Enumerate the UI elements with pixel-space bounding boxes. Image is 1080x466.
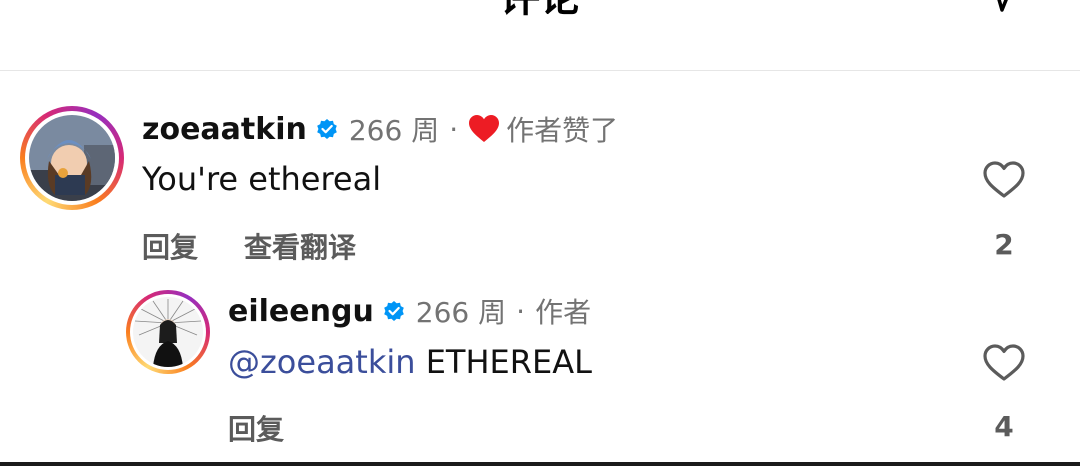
reply-text: @zoeaatkin ETHEREAL: [228, 343, 592, 381]
like-heart-icon[interactable]: [982, 160, 1026, 200]
comment-text: You're ethereal: [142, 160, 382, 198]
author-liked-label: 作者赞了: [506, 114, 619, 147]
reply-time: 266 周: [415, 296, 507, 329]
reply-button[interactable]: 回复: [142, 226, 198, 266]
comment-time: 266 周: [348, 114, 440, 147]
header-title: 评论: [0, 0, 1080, 18]
comments-header: 评论: [0, 0, 1080, 70]
reply-username[interactable]: eileengu: [228, 294, 374, 329]
see-translation-button[interactable]: 查看翻译: [244, 226, 356, 266]
author-liked-heart-icon: [469, 115, 500, 142]
comment-meta: zoeaatkin 266 周 · 作者赞了: [142, 110, 618, 148]
mention-link[interactable]: @zoeaatkin: [228, 343, 416, 381]
avatar[interactable]: [133, 297, 203, 367]
comment-username[interactable]: zoeaatkin: [142, 112, 307, 147]
like-count: 2: [994, 228, 1014, 261]
author-label: 作者: [535, 296, 592, 329]
comment-actions: 回复 查看翻译: [142, 226, 356, 266]
avatar[interactable]: [29, 115, 115, 201]
reply-body: ETHEREAL: [425, 343, 592, 381]
reply-actions: 回复: [228, 408, 284, 448]
separator-dot: ·: [516, 294, 526, 328]
share-icon[interactable]: [980, 0, 1020, 14]
reply-meta: eileengu 266 周 · 作者: [228, 292, 591, 330]
verified-badge-icon: [383, 301, 404, 321]
separator-dot: ·: [449, 112, 459, 146]
like-count: 4: [994, 410, 1014, 443]
bottom-edge: [0, 462, 1080, 466]
reply-button[interactable]: 回复: [228, 408, 284, 448]
like-heart-icon[interactable]: [982, 343, 1026, 383]
header-divider: [0, 70, 1080, 71]
verified-badge-icon: [317, 119, 337, 139]
